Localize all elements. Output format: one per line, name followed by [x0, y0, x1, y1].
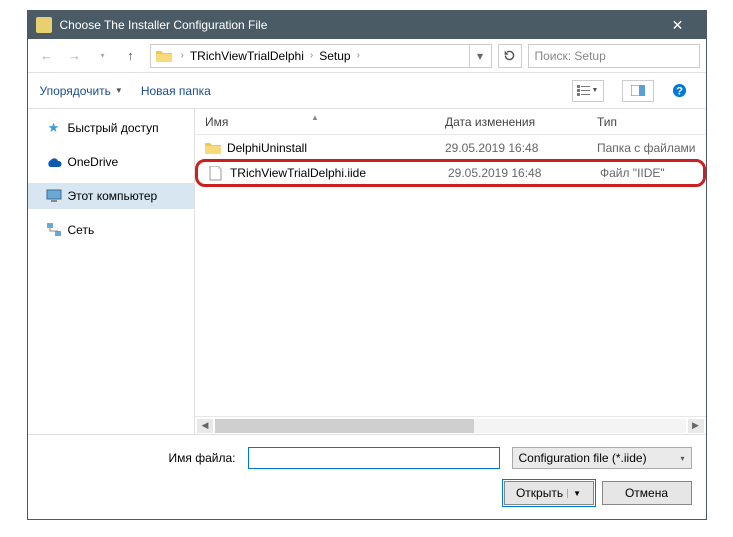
file-type: Папка с файлами — [587, 141, 706, 155]
preview-pane-button[interactable] — [622, 80, 654, 102]
titlebar: Choose The Installer Configuration File … — [28, 11, 706, 39]
footer: Имя файла: Configuration file (*.iide) ▾… — [28, 434, 706, 519]
up-button[interactable]: ↑ — [118, 43, 144, 69]
sidebar-item-label: Быстрый доступ — [68, 121, 159, 135]
help-icon: ? — [672, 83, 687, 98]
file-icon — [208, 165, 224, 181]
chevron-right-icon: › — [306, 50, 317, 61]
sort-asc-icon: ▲ — [311, 113, 319, 122]
forward-button[interactable]: → — [62, 43, 88, 69]
sidebar-item-label: OneDrive — [68, 155, 119, 169]
sidebar-item-onedrive[interactable]: OneDrive — [28, 149, 194, 175]
sidebar-item-network[interactable]: Сеть — [28, 217, 194, 243]
new-folder-button[interactable]: Новая папка — [141, 84, 211, 98]
sidebar-item-label: Этот компьютер — [68, 189, 158, 203]
file-open-dialog: Choose The Installer Configuration File … — [27, 10, 707, 520]
cloud-icon — [46, 154, 62, 170]
svg-text:?: ? — [676, 85, 683, 97]
chevron-down-icon: ▼ — [592, 87, 599, 94]
file-list: DelphiUninstall 29.05.2019 16:48 Папка с… — [195, 135, 706, 416]
file-row-folder[interactable]: DelphiUninstall 29.05.2019 16:48 Папка с… — [195, 137, 706, 159]
filetype-filter[interactable]: Configuration file (*.iide) ▾ — [512, 447, 692, 469]
close-button[interactable]: ✕ — [658, 17, 698, 34]
horizontal-scrollbar[interactable]: ◀ ▶ — [195, 416, 706, 434]
column-date[interactable]: Дата изменения — [435, 115, 587, 129]
file-type: Файл "IIDE" — [590, 166, 703, 180]
column-name[interactable]: ▲ Имя — [195, 115, 435, 129]
help-button[interactable]: ? — [672, 83, 694, 98]
search-input[interactable]: Поиск: Setup — [528, 44, 700, 68]
file-name: TRichViewTrialDelphi.iide — [230, 166, 366, 180]
folder-icon — [205, 140, 221, 156]
search-placeholder: Поиск: Setup — [535, 49, 606, 63]
computer-icon — [46, 188, 62, 204]
window-title: Choose The Installer Configuration File — [60, 18, 658, 32]
network-icon — [46, 222, 62, 238]
chevron-right-icon: › — [353, 50, 364, 61]
scroll-right-icon[interactable]: ▶ — [688, 419, 704, 433]
recent-dropdown[interactable]: ▾ — [90, 43, 116, 69]
chevron-right-icon: › — [177, 50, 188, 61]
filename-input[interactable] — [248, 447, 500, 469]
toolbar: Упорядочить ▼ Новая папка ▼ ? — [28, 73, 706, 109]
refresh-button[interactable] — [498, 44, 522, 68]
star-icon: ★ — [46, 120, 62, 136]
filename-label: Имя файла: — [42, 451, 242, 465]
file-row-iide[interactable]: TRichViewTrialDelphi.iide 29.05.2019 16:… — [195, 159, 706, 187]
breadcrumb-dropdown[interactable]: ▾ — [469, 45, 491, 67]
view-options-button[interactable]: ▼ — [572, 80, 604, 102]
sidebar-item-thispc[interactable]: Этот компьютер — [28, 183, 194, 209]
breadcrumb-item[interactable]: Setup — [317, 49, 352, 63]
cancel-button[interactable]: Отмена — [602, 481, 692, 505]
main-area: ★ Быстрый доступ OneDrive Этот компьютер — [28, 109, 706, 434]
pane-icon — [631, 85, 645, 96]
breadcrumb[interactable]: › TRichViewTrialDelphi › Setup › ▾ — [150, 44, 492, 68]
back-button[interactable]: ← — [34, 43, 60, 69]
sidebar: ★ Быстрый доступ OneDrive Этот компьютер — [28, 109, 195, 434]
scroll-track[interactable] — [215, 419, 686, 433]
chevron-down-icon: ▼ — [115, 86, 123, 95]
breadcrumb-item[interactable]: TRichViewTrialDelphi — [188, 49, 306, 63]
scroll-left-icon[interactable]: ◀ — [197, 419, 213, 433]
sidebar-item-quickaccess[interactable]: ★ Быстрый доступ — [28, 115, 194, 141]
file-date: 29.05.2019 16:48 — [435, 141, 587, 155]
open-button[interactable]: Открыть ▼ — [504, 481, 594, 505]
chevron-down-icon: ▼ — [567, 489, 581, 498]
column-headers: ▲ Имя Дата изменения Тип — [195, 109, 706, 135]
folder-icon — [155, 47, 173, 65]
sidebar-item-label: Сеть — [68, 223, 95, 237]
column-type[interactable]: Тип — [587, 115, 706, 129]
chevron-down-icon: ▾ — [680, 454, 684, 463]
organize-button[interactable]: Упорядочить ▼ — [40, 84, 123, 98]
file-name: DelphiUninstall — [227, 141, 307, 155]
file-pane: ▲ Имя Дата изменения Тип DelphiUninstall… — [195, 109, 706, 434]
nav-row: ← → ▾ ↑ › TRichViewTrialDelphi › Setup ›… — [28, 39, 706, 73]
list-view-icon — [577, 85, 590, 96]
app-icon — [36, 17, 52, 33]
file-date: 29.05.2019 16:48 — [438, 166, 590, 180]
scroll-thumb[interactable] — [215, 419, 474, 433]
